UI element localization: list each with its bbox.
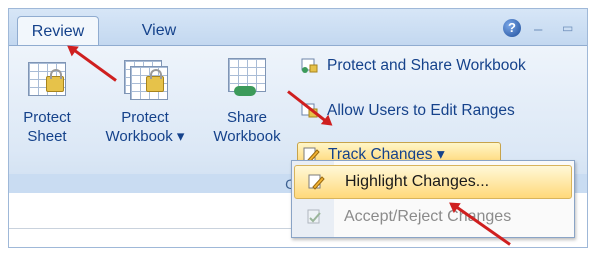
accept-reject-label: Accept/Reject Changes — [344, 208, 512, 225]
protect-workbook-label-2: Workbook ▾ — [105, 128, 185, 145]
restore-icon[interactable]: ▭ — [562, 21, 573, 35]
protect-sheet-button[interactable]: Protect Sheet — [17, 50, 77, 170]
tab-review[interactable]: Review — [17, 16, 99, 46]
protect-workbook-button[interactable]: Protect Workbook ▾ — [93, 50, 197, 170]
highlight-changes-icon — [308, 174, 325, 190]
highlight-changes-label: Highlight Changes... — [345, 173, 490, 190]
protect-workbook-icon — [124, 58, 168, 100]
allow-users-label: Allow Users to Edit Ranges — [327, 102, 515, 119]
grid-line — [9, 228, 291, 229]
menu-item-highlight-changes[interactable]: Highlight Changes... — [294, 165, 572, 199]
protect-share-icon — [301, 58, 318, 73]
protect-sheet-icon — [26, 58, 68, 98]
track-changes-menu: Highlight Changes... Accept/Reject Chang… — [291, 160, 575, 238]
protect-workbook-label-1: Protect — [121, 109, 169, 126]
share-workbook-label-1: Share — [226, 109, 268, 126]
tab-view[interactable]: View — [129, 16, 189, 45]
share-workbook-label-2: Workbook — [213, 128, 281, 145]
menu-item-accept-reject-changes[interactable]: Accept/Reject Changes — [294, 201, 572, 233]
share-workbook-icon — [226, 58, 268, 98]
lock-icon — [146, 69, 164, 92]
protect-sheet-label-1: Protect — [23, 109, 71, 126]
handshake-icon — [234, 86, 256, 96]
protect-sheet-label-2: Sheet — [27, 128, 67, 145]
help-icon[interactable]: ? — [503, 19, 521, 37]
share-workbook-button[interactable]: Share Workbook — [201, 50, 293, 170]
accept-reject-icon — [307, 209, 321, 224]
protect-and-share-workbook-button[interactable]: Protect and Share Workbook — [297, 54, 526, 78]
minimize-icon[interactable]: – — [534, 21, 542, 38]
lock-icon — [46, 69, 64, 92]
ribbon-tab-bar: Review View ? – ▭ — [9, 9, 587, 46]
protect-and-share-label: Protect and Share Workbook — [327, 57, 526, 74]
